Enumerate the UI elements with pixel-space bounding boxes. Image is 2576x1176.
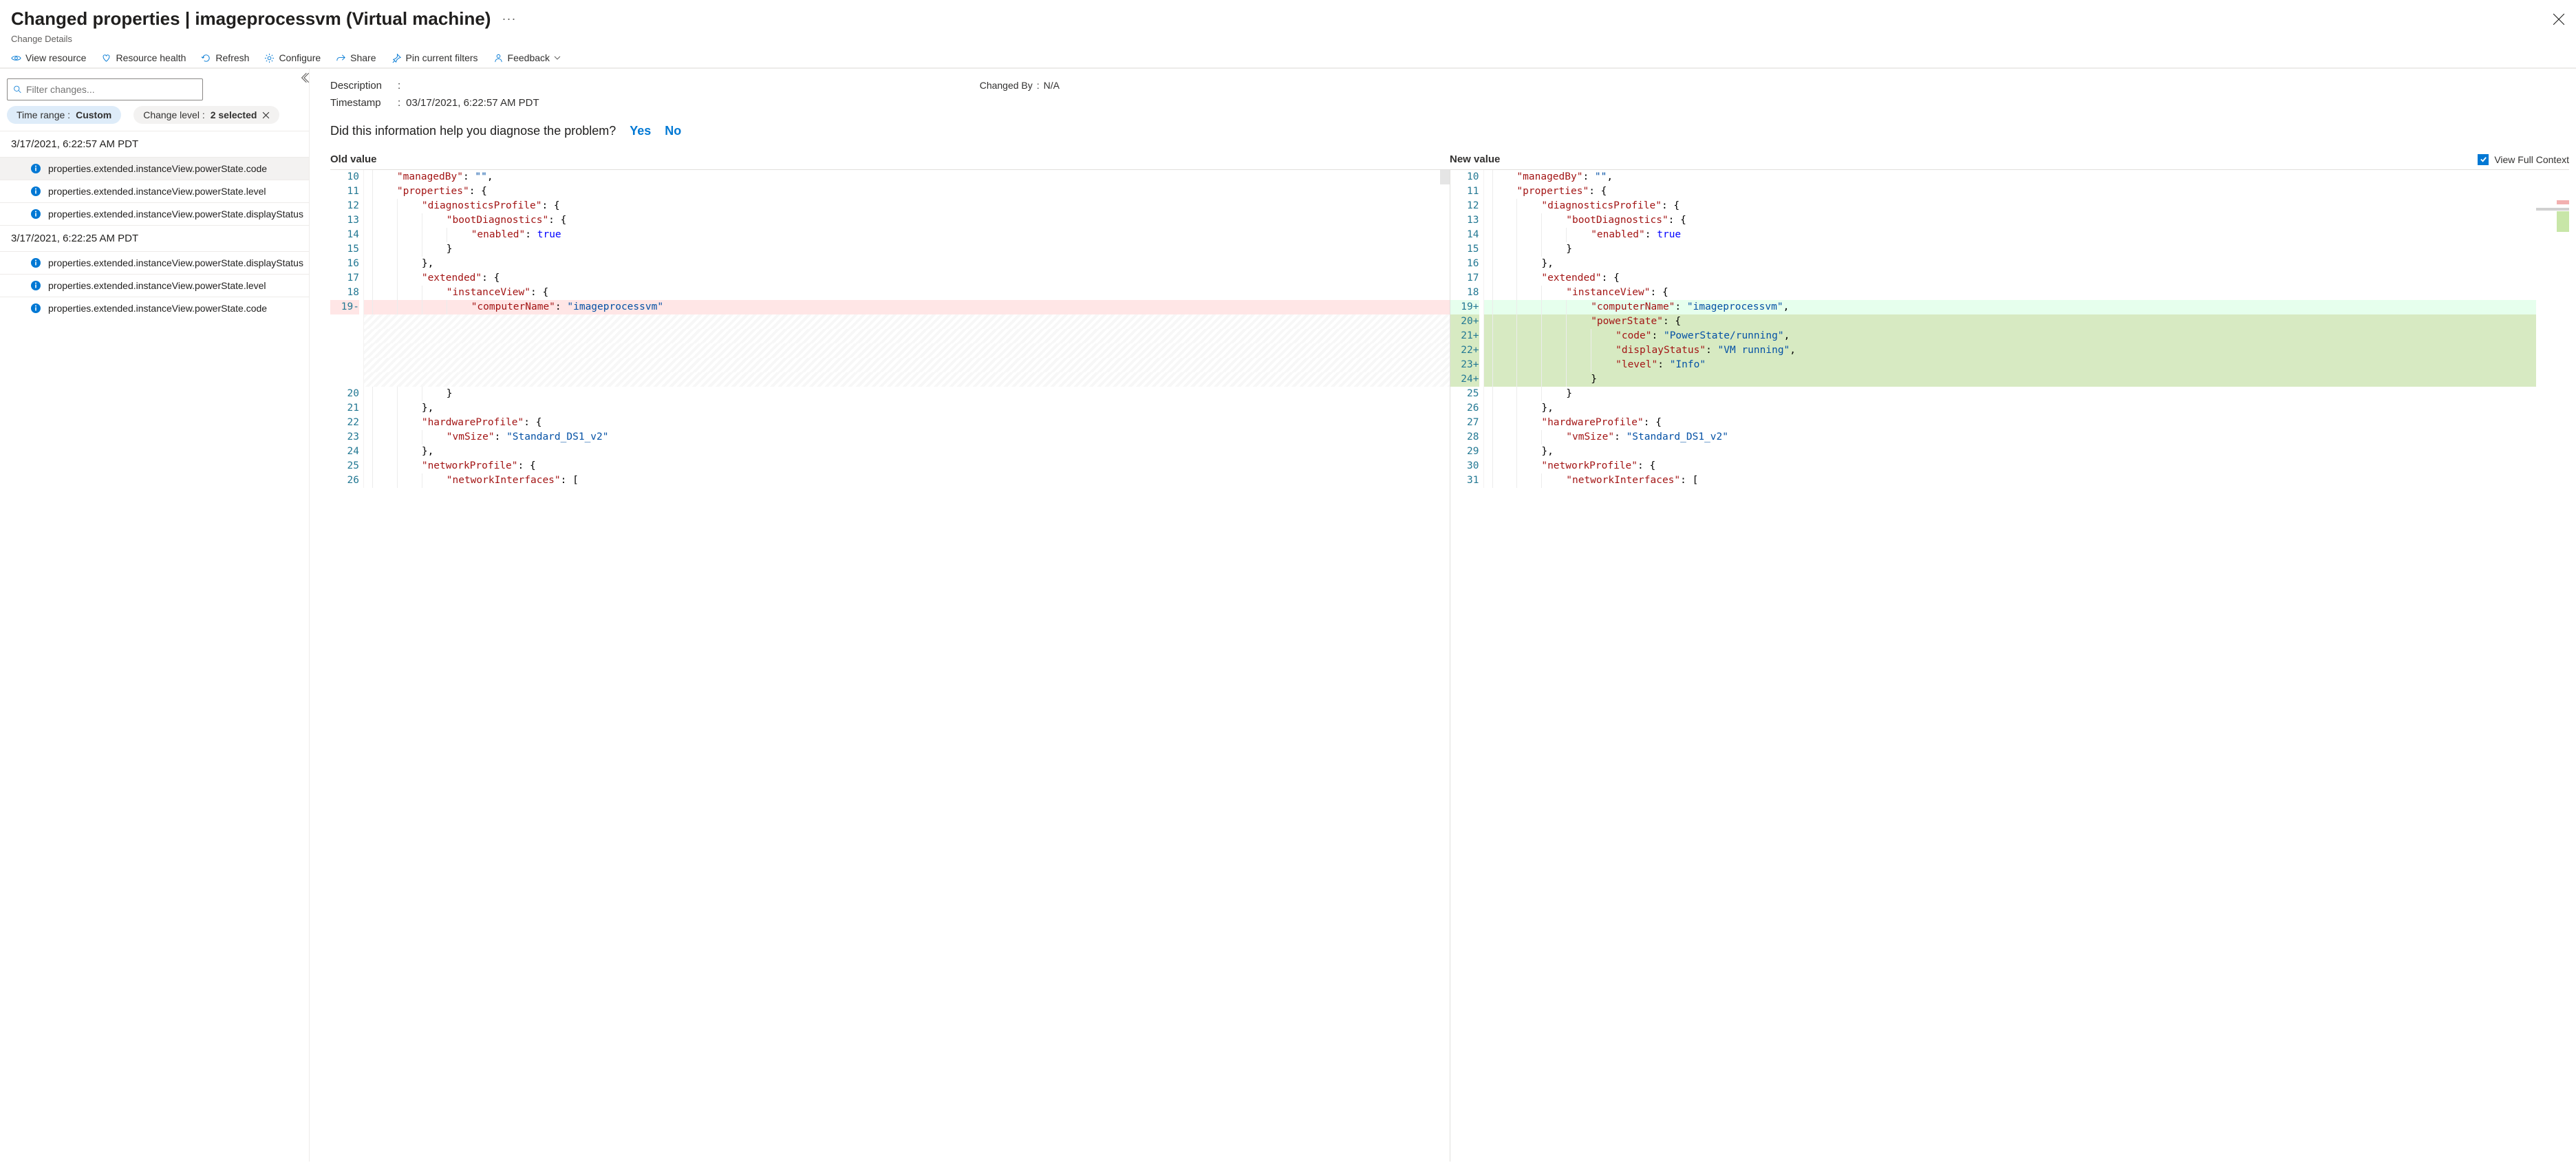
change-item[interactable]: properties.extended.instanceView.powerSt… xyxy=(0,157,309,180)
page-subtitle: Change Details xyxy=(0,34,2576,48)
heart-icon xyxy=(101,53,111,63)
filter-input[interactable] xyxy=(7,78,203,100)
changedby-label: Changed By xyxy=(980,80,1033,114)
minimap[interactable] xyxy=(2536,170,2569,1162)
gear-icon xyxy=(264,53,275,63)
close-icon[interactable] xyxy=(2553,13,2565,25)
change-item[interactable]: properties.extended.instanceView.powerSt… xyxy=(0,180,309,202)
configure-button[interactable]: Configure xyxy=(264,52,321,63)
clear-filter-icon[interactable] xyxy=(262,111,270,119)
refresh-button[interactable]: Refresh xyxy=(201,52,249,63)
sidebar: Time range : Custom Change level : 2 sel… xyxy=(0,69,310,1162)
old-value-pane[interactable]: 10111213141516171819-20212223242526 "man… xyxy=(330,170,1450,1162)
view-resource-button[interactable]: View resource xyxy=(11,52,86,63)
changedby-value: N/A xyxy=(1044,80,1060,114)
time-range-pill[interactable]: Time range : Custom xyxy=(7,106,121,124)
feedback-button[interactable]: Feedback xyxy=(493,52,561,63)
description-label: Description xyxy=(330,80,392,92)
collapse-icon[interactable] xyxy=(298,72,310,84)
change-group-header: 3/17/2021, 6:22:57 AM PDT xyxy=(0,131,309,157)
scrollbar[interactable] xyxy=(1440,170,1450,184)
refresh-icon xyxy=(201,53,211,63)
feedback-yes[interactable]: Yes xyxy=(630,124,651,138)
old-value-header: Old value xyxy=(330,153,1450,165)
pin-icon xyxy=(391,53,402,63)
search-icon xyxy=(13,85,22,94)
info-icon xyxy=(30,163,41,174)
resource-health-button[interactable]: Resource health xyxy=(101,52,186,63)
filter-field[interactable] xyxy=(26,84,197,95)
info-icon xyxy=(30,209,41,220)
details-pane: Description: Timestamp:03/17/2021, 6:22:… xyxy=(310,69,2576,1162)
change-item[interactable]: properties.extended.instanceView.powerSt… xyxy=(0,297,309,319)
share-button[interactable]: Share xyxy=(336,52,376,63)
diff-viewer: 10111213141516171819-20212223242526 "man… xyxy=(330,169,2569,1162)
change-level-pill[interactable]: Change level : 2 selected xyxy=(133,106,279,124)
toolbar: View resource Resource health Refresh Co… xyxy=(0,48,2576,68)
info-icon xyxy=(30,257,41,268)
new-value-pane[interactable]: 10111213141516171819+20+21+22+23+24+2526… xyxy=(1450,170,2570,1162)
info-icon xyxy=(30,303,41,314)
view-full-context-checkbox[interactable]: View Full Context xyxy=(2478,154,2569,165)
timestamp-value: 03/17/2021, 6:22:57 AM PDT xyxy=(406,97,539,109)
timestamp-label: Timestamp xyxy=(330,97,392,109)
change-group-header: 3/17/2021, 6:22:25 AM PDT xyxy=(0,225,309,251)
feedback-question: Did this information help you diagnose t… xyxy=(330,124,616,138)
page-title: Changed properties | imageprocessvm (Vir… xyxy=(11,8,491,30)
change-item[interactable]: properties.extended.instanceView.powerSt… xyxy=(0,274,309,297)
checkbox-checked-icon xyxy=(2478,154,2489,165)
change-item[interactable]: properties.extended.instanceView.powerSt… xyxy=(0,251,309,274)
change-item[interactable]: properties.extended.instanceView.powerSt… xyxy=(0,202,309,225)
more-icon[interactable]: ··· xyxy=(502,12,516,26)
info-icon xyxy=(30,186,41,197)
chevron-down-icon xyxy=(554,54,561,61)
new-value-header: New value xyxy=(1450,153,1500,165)
header: Changed properties | imageprocessvm (Vir… xyxy=(0,0,2576,34)
share-icon xyxy=(336,53,346,63)
person-icon xyxy=(493,53,504,63)
info-icon xyxy=(30,280,41,291)
feedback-no[interactable]: No xyxy=(665,124,681,138)
eye-icon xyxy=(11,53,21,63)
pin-filters-button[interactable]: Pin current filters xyxy=(391,52,478,63)
